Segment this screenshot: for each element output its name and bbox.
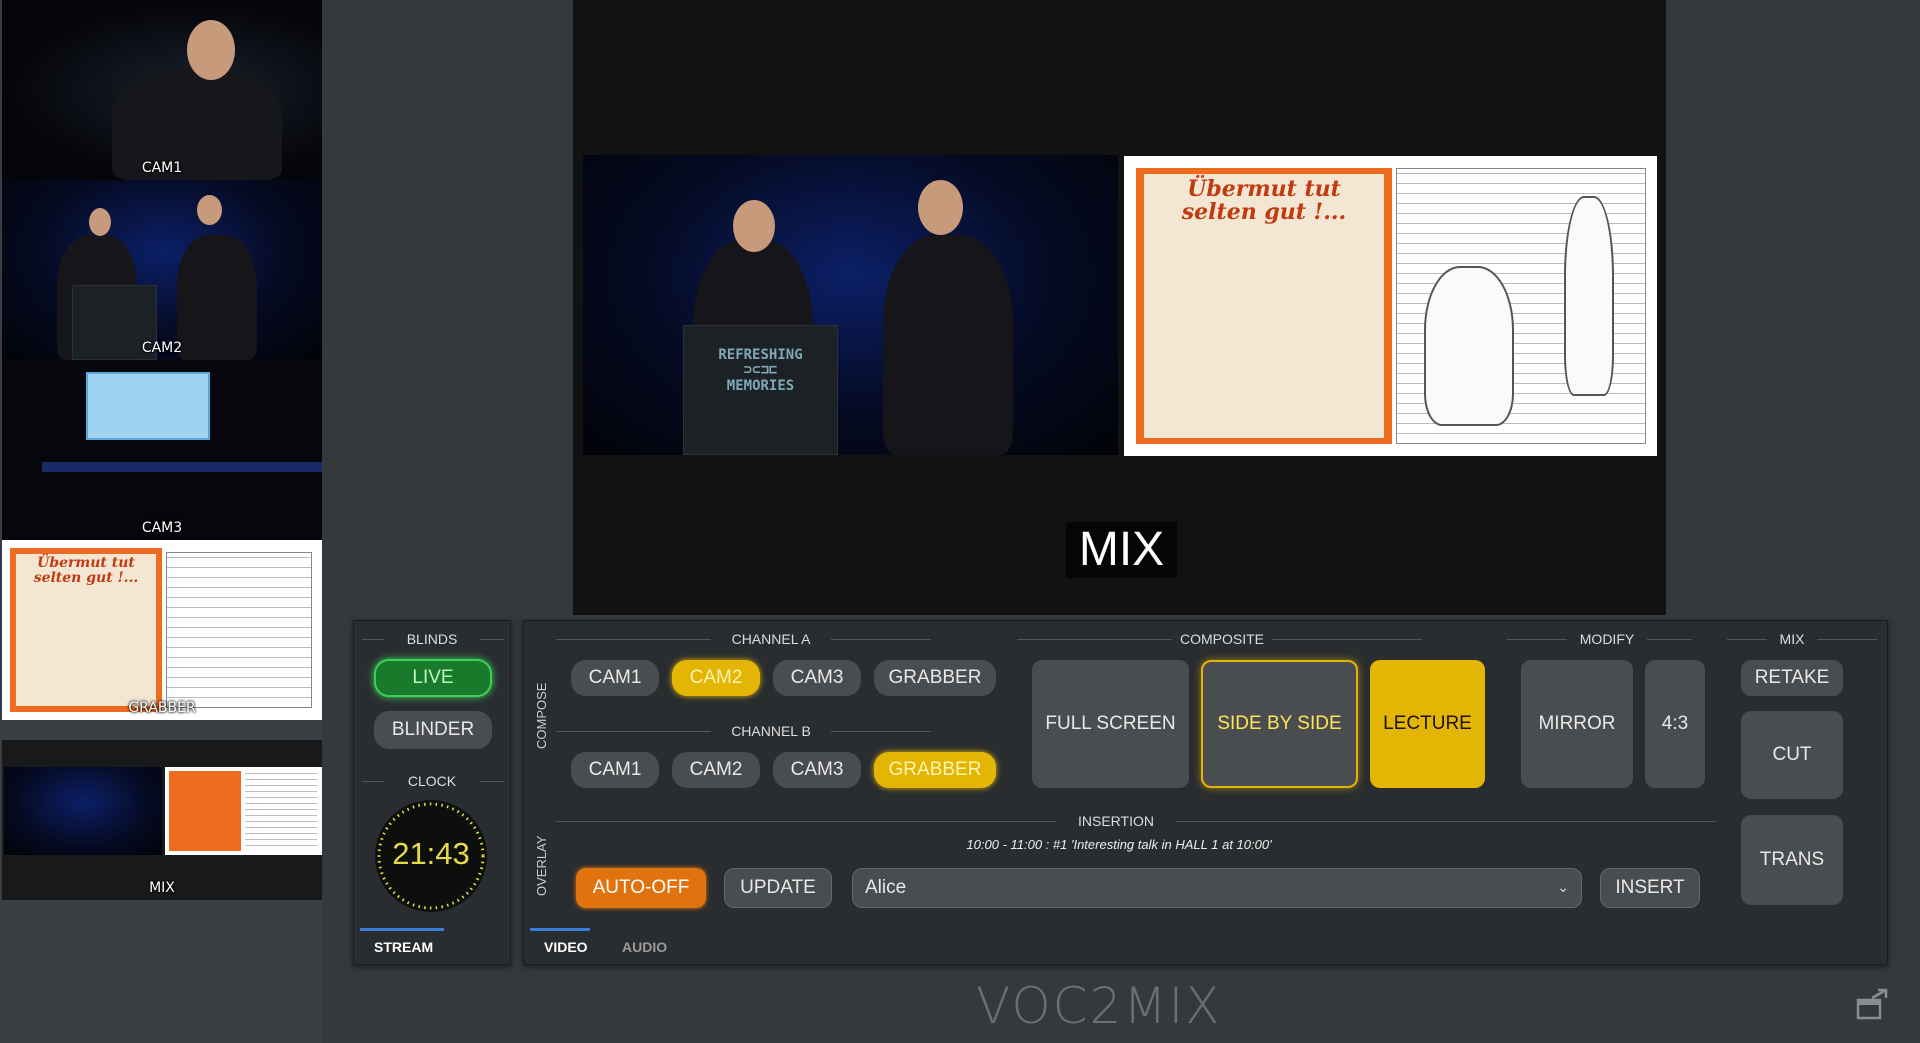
channel-a-grabber-button[interactable]: GRABBER <box>874 660 996 696</box>
tab-audio[interactable]: AUDIO <box>622 939 667 955</box>
channel-b-title: CHANNEL B <box>731 723 811 739</box>
channel-b-cam3-button[interactable]: CAM3 <box>773 752 861 788</box>
book-title: Übermut tut selten gut !... <box>33 555 139 586</box>
tab-stream[interactable]: STREAM <box>374 939 433 955</box>
insert-button[interactable]: INSERT <box>1600 868 1700 908</box>
speaker-head <box>733 200 775 252</box>
source-grabber[interactable]: Übermut tut selten gut !... GRABBER <box>2 540 322 720</box>
mix-right-slide <box>165 767 322 855</box>
composite-title: COMPOSITE <box>1179 631 1264 647</box>
speaker-head <box>918 180 963 235</box>
mix-preview: REFRESHING ⊃⊂⊐⊏ MEMORIES Übermut tut sel… <box>573 0 1666 615</box>
channel-a-title: CHANNEL A <box>731 631 811 647</box>
blinder-button[interactable]: BLINDER <box>374 711 492 749</box>
auto-off-button[interactable]: AUTO-OFF <box>576 868 706 908</box>
source-label: MIX <box>149 880 175 896</box>
stage-edge <box>42 462 322 472</box>
source-label: CAM3 <box>141 520 183 536</box>
line-drawing <box>166 552 312 708</box>
channel-b-cam1-button[interactable]: CAM1 <box>571 752 659 788</box>
clock-time: 21:43 <box>392 836 470 871</box>
book-title: Übermut tut selten gut !... <box>1181 176 1347 226</box>
popout-window-icon[interactable] <box>1856 988 1890 1022</box>
cut-button[interactable]: CUT <box>1741 711 1843 799</box>
channel-a-cam1-button[interactable]: CAM1 <box>571 660 659 696</box>
retake-button[interactable]: RETAKE <box>1741 660 1843 696</box>
channel-a-cam3-button[interactable]: CAM3 <box>773 660 861 696</box>
channel-b-grabber-button[interactable]: GRABBER <box>874 752 996 788</box>
control-panel: COMPOSE OVERLAY CHANNEL A CAM1 CAM2 CAM3… <box>523 620 1888 965</box>
source-mix[interactable]: MIX <box>2 740 322 900</box>
tab-video[interactable]: VIDEO <box>544 939 588 955</box>
modify-title: MODIFY <box>1579 631 1635 647</box>
speaker-head <box>89 208 111 236</box>
drawn-figure <box>1424 266 1514 426</box>
mirror-button[interactable]: MIRROR <box>1521 660 1633 788</box>
speaker-head <box>197 195 222 225</box>
channel-b-slide: Übermut tut selten gut !... <box>1124 156 1657 456</box>
insertion-title: INSERTION <box>1078 813 1154 829</box>
source-label: CAM1 <box>141 160 183 176</box>
full-screen-button[interactable]: FULL SCREEN <box>1032 660 1189 788</box>
app-window: CAM1 CAM2 CAM3 Übermut tut selten gut !.… <box>0 0 1920 1043</box>
blinds-title: BLINDS <box>406 631 458 647</box>
app-logo: VOC2MIX <box>960 977 1220 1035</box>
speaker-head <box>187 20 235 80</box>
insertion-info: 10:00 - 11:00 : #1 'Interesting talk in … <box>966 837 1272 852</box>
source-label: CAM2 <box>141 340 183 356</box>
mix-left-video <box>4 767 162 855</box>
clock-face: 21:43 <box>375 800 487 912</box>
logo-text: VOC2MIX <box>976 977 1222 1035</box>
blinds-clock-panel: BLINDS LIVE BLINDER CLOCK STREAM <box>353 620 511 965</box>
insertion-select[interactable]: Alice ⌄ <box>852 868 1582 908</box>
trans-button[interactable]: TRANS <box>1741 815 1843 905</box>
insertion-select-value: Alice <box>865 877 907 898</box>
speaker-figure <box>883 235 1013 455</box>
channel-b-cam2-button[interactable]: CAM2 <box>672 752 760 788</box>
clock-title: CLOCK <box>407 773 457 789</box>
mix-title: MIX <box>1779 631 1805 647</box>
projection-screen <box>86 372 210 440</box>
source-sidebar: CAM1 CAM2 CAM3 Übermut tut selten gut !.… <box>0 0 322 1043</box>
drawn-figure <box>1564 196 1614 396</box>
compose-label: COMPOSE <box>534 682 549 749</box>
source-label: GRABBER <box>128 700 196 716</box>
lecture-button[interactable]: LECTURE <box>1370 660 1485 788</box>
aspect-4-3-button[interactable]: 4:3 <box>1645 660 1705 788</box>
chevron-down-icon: ⌄ <box>1557 879 1569 895</box>
live-button[interactable]: LIVE <box>374 659 492 697</box>
overlay-label: OVERLAY <box>534 835 549 896</box>
source-cam2[interactable]: CAM2 <box>2 180 322 360</box>
channel-a-cam2-button[interactable]: CAM2 <box>672 660 760 696</box>
source-cam3[interactable]: CAM3 <box>2 360 322 540</box>
mix-overlay-label: MIX <box>1066 522 1177 578</box>
side-by-side-button[interactable]: SIDE BY SIDE <box>1201 660 1358 788</box>
lectern: REFRESHING ⊃⊂⊐⊏ MEMORIES <box>683 325 838 455</box>
update-button[interactable]: UPDATE <box>724 868 832 908</box>
channel-a-video: REFRESHING ⊃⊂⊐⊏ MEMORIES <box>583 155 1118 455</box>
source-cam1[interactable]: CAM1 <box>2 0 322 180</box>
